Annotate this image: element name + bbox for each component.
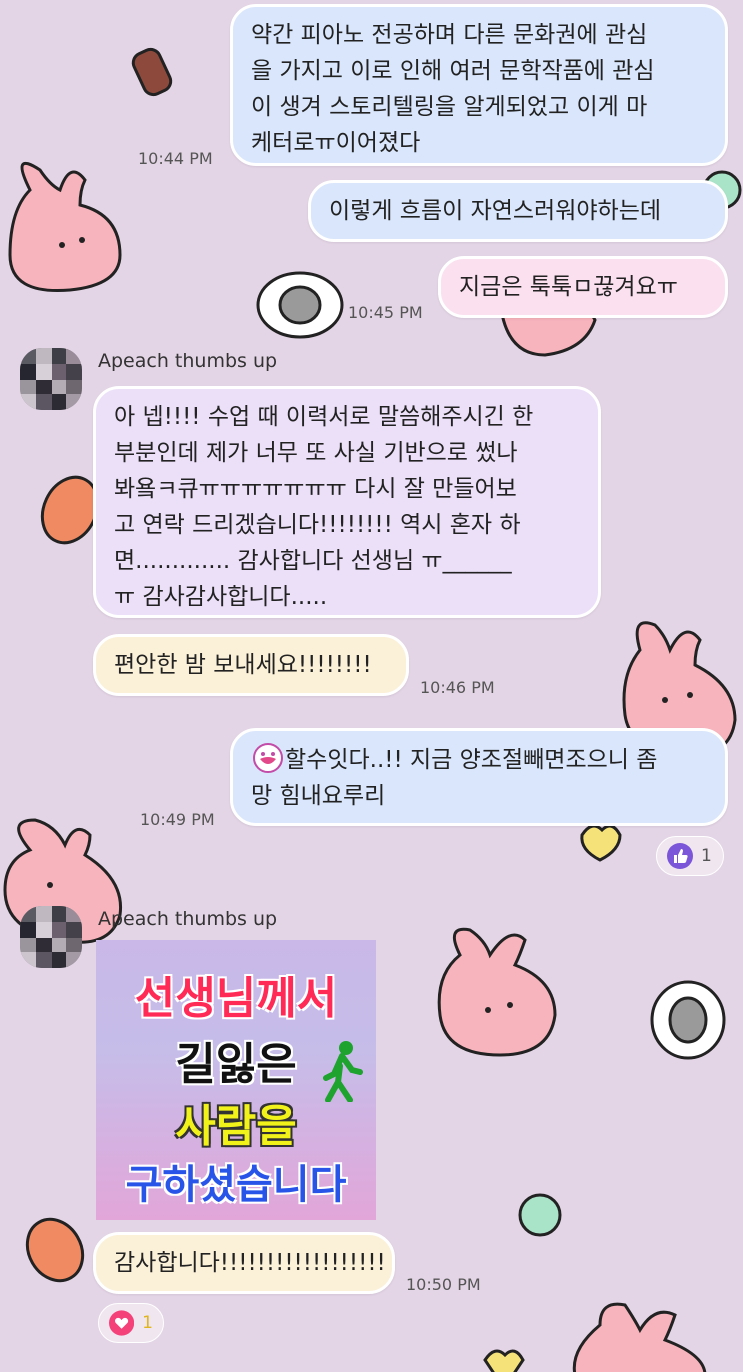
- message-line: 약간 피아노 전공하며 다른 문화권에 관심: [251, 22, 648, 48]
- message-line: 봐욬ㅋ큐ㅠㅠㅠㅠㅠㅠㅠ 다시 잘 만들어보: [114, 476, 517, 502]
- sender-name: Apeach thumbs up: [98, 908, 278, 930]
- received-message-bubble[interactable]: 편안한 밤 보내세요!!!!!!!!: [93, 634, 409, 696]
- message-text: 할수잇다..!! 지금 양조절빼면조으니 좀: [285, 747, 658, 773]
- reaction-count: 1: [701, 846, 712, 866]
- message-line: 지금은 툭툭ㅁ끊겨요ㅠ: [459, 274, 678, 300]
- message-timestamp: 10:44 PM: [138, 149, 213, 168]
- pixelated-avatar-icon: [20, 906, 82, 968]
- message-timestamp: 10:45 PM: [348, 303, 423, 322]
- message-line: 아 넵!!!! 수업 때 이력서로 말씀해주시긴 한: [114, 404, 534, 430]
- emoticon-icon: [253, 743, 283, 773]
- message-line: 편안한 밤 보내세요!!!!!!!!: [114, 652, 372, 678]
- sent-message-bubble[interactable]: 할수잇다..!! 지금 양조절빼면조으니 좀 망 힘내요루리: [230, 728, 728, 826]
- message-line: 면............. 감사합니다 선생님 ㅠ______: [114, 548, 512, 574]
- pixelated-avatar-icon: [20, 348, 82, 410]
- reaction-count: 1: [142, 1313, 153, 1333]
- message-line: 고 연락 드리겠습니다!!!!!!!! 역시 혼자 하: [114, 512, 521, 538]
- message-line: 을 가지고 이로 인해 여러 문학작품에 관심: [251, 58, 655, 84]
- sender-name: Apeach thumbs up: [98, 350, 278, 372]
- sticker-text-line: 구하셨습니다: [125, 1162, 347, 1208]
- sent-message-bubble[interactable]: 약간 피아노 전공하며 다른 문화권에 관심 을 가지고 이로 인해 여러 문학…: [230, 4, 728, 166]
- message-timestamp: 10:49 PM: [140, 810, 215, 829]
- message-timestamp: 10:46 PM: [420, 678, 495, 697]
- reaction-badge[interactable]: 1: [656, 836, 724, 876]
- message-line: 할수잇다..!! 지금 양조절빼면조으니 좀: [251, 741, 707, 778]
- reaction-badge[interactable]: 1: [98, 1303, 164, 1343]
- message-line: 이렇게 흐름이 자연스러워야하는데: [329, 198, 662, 224]
- message-line: 케터로ㅠ이어졌다: [251, 130, 421, 156]
- avatar[interactable]: [20, 906, 82, 968]
- message-timestamp: 10:50 PM: [406, 1275, 481, 1294]
- message-line: 감사합니다!!!!!!!!!!!!!!!!!!: [114, 1250, 386, 1276]
- message-line: 망 힘내요루리: [251, 783, 386, 809]
- thumbs-up-icon: [667, 843, 693, 869]
- sent-message-bubble[interactable]: 이렇게 흐름이 자연스러워야하는데: [308, 180, 728, 242]
- sent-message-bubble[interactable]: 지금은 툭툭ㅁ끊겨요ㅠ: [438, 256, 728, 318]
- received-message-bubble[interactable]: 감사합니다!!!!!!!!!!!!!!!!!!: [93, 1232, 395, 1294]
- heart-icon: [109, 1310, 135, 1336]
- bottle-decoration: [131, 47, 173, 97]
- message-line: 부분인데 제가 너무 또 사실 기반으로 썼나: [114, 440, 518, 466]
- sticker-image[interactable]: 선생님께서 길잃은 사람을 구하셨습니다: [96, 940, 376, 1220]
- sticker-text-line: 사람을: [175, 1101, 297, 1152]
- message-line: ㅠ 감사감사합니다.....: [114, 584, 328, 610]
- avatar[interactable]: [20, 348, 82, 410]
- sticker-text-line: 선생님께서: [134, 973, 338, 1024]
- received-message-bubble[interactable]: 아 넵!!!! 수업 때 이력서로 말씀해주시긴 한 부분인데 제가 너무 또 …: [93, 386, 601, 618]
- message-line: 이 생겨 스토리텔링을 알게되었고 이게 마: [251, 94, 648, 120]
